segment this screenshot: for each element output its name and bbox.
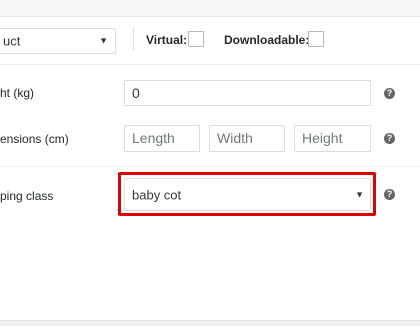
product-type-value: uct bbox=[3, 33, 21, 49]
downloadable-label: Downloadable: bbox=[224, 33, 310, 47]
divider bbox=[0, 64, 420, 65]
help-icon[interactable]: ? bbox=[384, 133, 395, 144]
divider bbox=[0, 166, 420, 167]
chevron-down-icon: ▼ bbox=[99, 35, 108, 46]
width-input[interactable]: Width bbox=[209, 125, 285, 152]
virtual-label: Virtual: bbox=[146, 33, 188, 47]
help-icon[interactable]: ? bbox=[384, 189, 395, 200]
downloadable-checkbox[interactable] bbox=[308, 31, 324, 47]
panel-top-strip bbox=[0, 0, 420, 17]
length-input[interactable]: Length bbox=[124, 125, 200, 152]
weight-label: ht (kg) bbox=[0, 86, 35, 100]
virtual-checkbox[interactable] bbox=[188, 31, 204, 47]
weight-input[interactable]: 0 bbox=[124, 80, 371, 106]
toolbar-separator bbox=[133, 28, 134, 50]
shipping-class-label: ping class bbox=[0, 189, 54, 203]
highlight-box bbox=[118, 172, 376, 216]
height-input[interactable]: Height bbox=[294, 125, 371, 152]
panel-bottom-strip bbox=[0, 320, 420, 326]
product-data-panel: uct ▼ Virtual: Downloadable: ht (kg) 0 ?… bbox=[0, 0, 420, 326]
dimensions-label: ensions (cm) bbox=[0, 132, 69, 146]
product-type-select[interactable]: uct ▼ bbox=[0, 28, 116, 54]
help-icon[interactable]: ? bbox=[384, 88, 395, 99]
